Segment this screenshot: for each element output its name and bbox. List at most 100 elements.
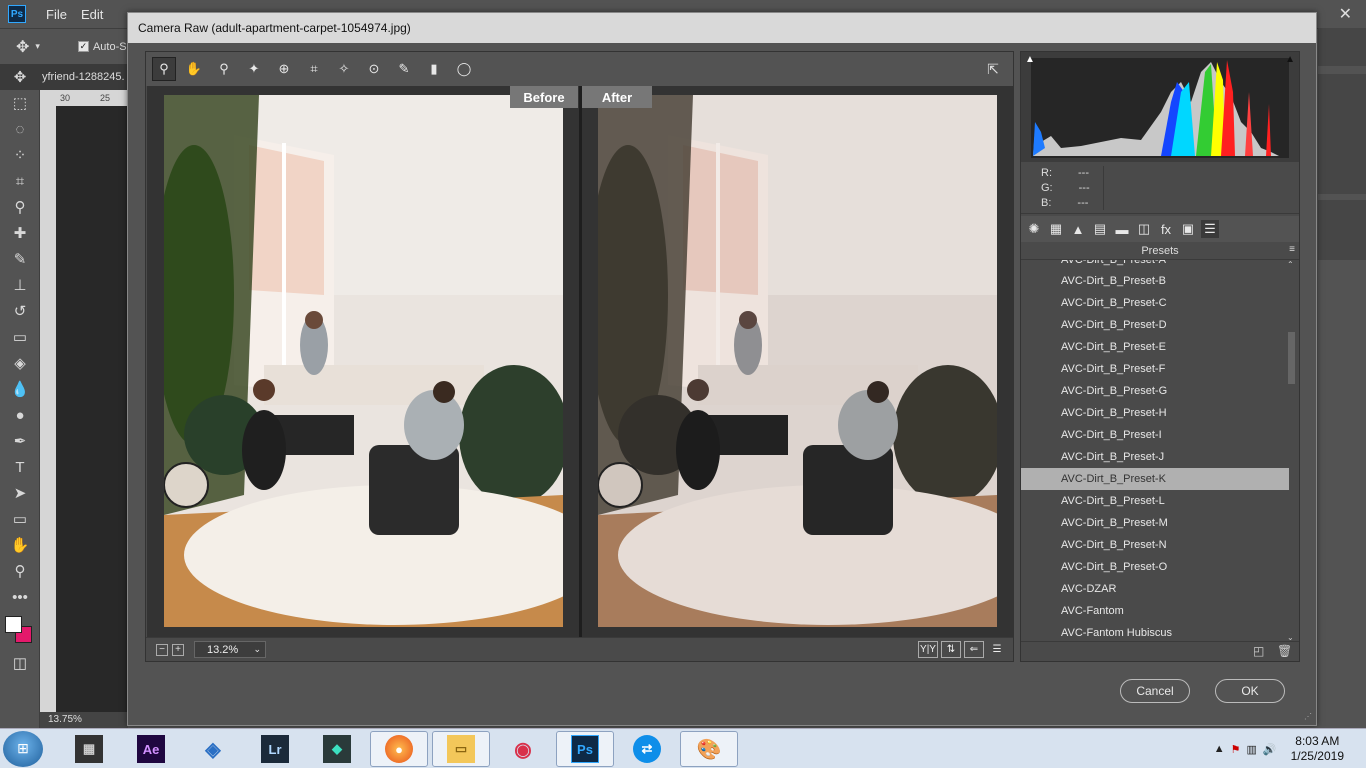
adjustment-brush-icon[interactable]: ✎	[392, 57, 416, 81]
taskbar-app-after-effects[interactable]: Ae	[122, 731, 180, 767]
quick-select-tool-icon[interactable]: ⁘	[0, 142, 40, 168]
lasso-tool-icon[interactable]: ◌	[0, 116, 40, 142]
before-after-view-icon[interactable]: Y|Y	[918, 641, 938, 658]
color-swatches[interactable]	[0, 610, 40, 650]
quick-mask-icon[interactable]: ◫	[0, 650, 40, 676]
taskbar-app-firefox[interactable]: ●	[370, 731, 428, 767]
preset-item-selected[interactable]: AVC-Dirt_B_Preset-K	[1021, 468, 1289, 490]
show-hidden-icons-icon[interactable]: ▲	[1214, 743, 1225, 755]
detail-tab-icon[interactable]: ▲	[1069, 220, 1087, 238]
red-eye-tool-icon[interactable]: ⊙	[362, 57, 386, 81]
preset-item[interactable]: AVC-Fantom Hubiscus	[1021, 622, 1289, 642]
preset-item[interactable]: AVC-Dirt_B_Preset-O	[1021, 556, 1289, 578]
more-tools-icon[interactable]: •••	[0, 584, 40, 610]
presets-tab-icon[interactable]: ☰	[1201, 220, 1219, 238]
marquee-tool-icon[interactable]: ⬚	[0, 90, 40, 116]
preset-item[interactable]: AVC-DZAR	[1021, 578, 1289, 600]
hsl-tab-icon[interactable]: ▤	[1091, 220, 1109, 238]
resize-grip-icon[interactable]: ⋰	[1304, 712, 1312, 721]
taskbar-app-network[interactable]: ◈	[184, 731, 242, 767]
taskbar-app-lightroom[interactable]: Lr	[246, 731, 304, 767]
preset-scrollbar[interactable]: ⌃ ⌄	[1287, 260, 1295, 642]
lens-corrections-tab-icon[interactable]: ◫	[1135, 220, 1153, 238]
paint-bucket-tool-icon[interactable]: ◈	[0, 350, 40, 376]
preset-item[interactable]: AVC-Dirt_B_Preset-H	[1021, 402, 1289, 424]
preset-item[interactable]: AVC-Dirt_B_Preset-G	[1021, 380, 1289, 402]
shadow-clipping-warning-icon[interactable]: ▲	[1025, 54, 1035, 65]
dodge-tool-icon[interactable]: ●	[0, 402, 40, 428]
action-center-icon[interactable]: ⚑	[1231, 743, 1241, 756]
brush-tool-icon[interactable]: ✎	[0, 246, 40, 272]
cancel-button[interactable]: Cancel	[1120, 679, 1190, 703]
document-tab[interactable]: yfriend-1288245.	[40, 64, 128, 90]
radial-filter-icon[interactable]: ◯	[452, 57, 476, 81]
close-icon[interactable]: ✕	[1339, 4, 1352, 24]
preset-item[interactable]: AVC-Fantom	[1021, 600, 1289, 622]
foreground-color-swatch[interactable]	[5, 616, 22, 633]
workspace-switcher[interactable]	[1318, 28, 1366, 66]
zoom-in-button[interactable]: +	[172, 643, 184, 656]
move-tool-icon[interactable]: ✥	[0, 64, 40, 90]
taskbar-app-camera[interactable]: ◉	[494, 731, 552, 767]
basic-tab-icon[interactable]: ✺	[1025, 220, 1043, 238]
taskbar-app-paint[interactable]: 🎨	[680, 731, 738, 767]
crop-tool-icon[interactable]: ⌗	[302, 57, 326, 81]
taskbar-app-teamviewer[interactable]: ⇄	[618, 731, 676, 767]
pen-tool-icon[interactable]: ✒	[0, 428, 40, 454]
healing-brush-tool-icon[interactable]: ✚	[0, 220, 40, 246]
preview-preferences-icon[interactable]: ☰	[987, 641, 1007, 658]
eraser-tool-icon[interactable]: ▭	[0, 324, 40, 350]
eyedropper-tool-icon[interactable]: ⚲	[0, 194, 40, 220]
preset-item[interactable]: AVC-Dirt_B_Preset-D	[1021, 314, 1289, 336]
clone-stamp-tool-icon[interactable]: ⊥	[0, 272, 40, 298]
taskbar-app-movie-maker[interactable]: ▦	[60, 731, 118, 767]
preset-item[interactable]: AVC-Dirt_B_Preset-I	[1021, 424, 1289, 446]
hand-tool-icon[interactable]: ✋	[182, 57, 206, 81]
auto-select-checkbox[interactable]: ✓	[77, 41, 89, 52]
start-button[interactable]: ⊞	[3, 730, 43, 767]
preset-item[interactable]: AVC-Dirt_B_Preset-J	[1021, 446, 1289, 468]
panel-menu-icon[interactable]: ≡	[1289, 245, 1295, 255]
zoom-out-button[interactable]: −	[156, 643, 168, 656]
taskbar-app-photoshop[interactable]: Ps	[556, 731, 614, 767]
rectangle-tool-icon[interactable]: ▭	[0, 506, 40, 532]
hand-tool-icon[interactable]: ✋	[0, 532, 40, 558]
targeted-adjustment-tool-icon[interactable]: ⊕	[272, 57, 296, 81]
scrollbar-thumb[interactable]	[1288, 332, 1295, 384]
highlight-clipping-warning-icon[interactable]: ▲	[1285, 54, 1295, 65]
taskbar-app-filmora[interactable]: ◆	[308, 731, 366, 767]
document-zoom-level[interactable]: 13.75%	[40, 712, 128, 728]
swap-settings-icon[interactable]: ⇅	[941, 641, 961, 658]
new-preset-icon[interactable]: ◰	[1253, 644, 1264, 658]
preset-item[interactable]: AVC-Dirt_B_Preset-E	[1021, 336, 1289, 358]
preset-item[interactable]: AVC-Dirt_B_Preset-L	[1021, 490, 1289, 512]
path-select-tool-icon[interactable]: ➤	[0, 480, 40, 506]
tone-curve-tab-icon[interactable]: ▦	[1047, 220, 1065, 238]
zoom-level-select[interactable]: 13.2% ⌄	[194, 641, 266, 658]
preset-item[interactable]: AVC-Dirt_B_Preset-M	[1021, 512, 1289, 534]
trash-icon[interactable]: 🗑	[1277, 644, 1292, 658]
move-tool-icon[interactable]: ✥	[16, 37, 29, 57]
ok-button[interactable]: OK	[1215, 679, 1285, 703]
history-brush-tool-icon[interactable]: ↺	[0, 298, 40, 324]
volume-icon[interactable]: 🔊	[1263, 743, 1277, 756]
calibration-tab-icon[interactable]: ▣	[1179, 220, 1197, 238]
network-status-icon[interactable]: ▥	[1247, 743, 1257, 756]
chevron-down-icon[interactable]: ▾	[35, 41, 40, 52]
copy-settings-icon[interactable]: ⇐	[964, 641, 984, 658]
split-toning-tab-icon[interactable]: ▬	[1113, 220, 1131, 238]
preset-item[interactable]: AVC-Dirt_B_Preset-B	[1021, 270, 1289, 292]
menu-file[interactable]: File	[46, 7, 67, 22]
white-balance-tool-icon[interactable]: ⚲	[212, 57, 236, 81]
color-sampler-tool-icon[interactable]: ✦	[242, 57, 266, 81]
fullscreen-icon[interactable]: ⇱	[981, 57, 1005, 81]
zoom-tool-icon[interactable]: ⚲	[0, 558, 40, 584]
zoom-tool-icon[interactable]: ⚲	[152, 57, 176, 81]
preset-item[interactable]: AVC-Dirt_B_Preset-A	[1021, 260, 1289, 270]
clock[interactable]: 8:03 AM 1/25/2019	[1291, 734, 1344, 764]
crop-tool-icon[interactable]: ⌗	[0, 168, 40, 194]
preset-item[interactable]: AVC-Dirt_B_Preset-C	[1021, 292, 1289, 314]
menu-edit[interactable]: Edit	[81, 7, 103, 22]
spot-removal-tool-icon[interactable]: ✧	[332, 57, 356, 81]
preset-item[interactable]: AVC-Dirt_B_Preset-F	[1021, 358, 1289, 380]
